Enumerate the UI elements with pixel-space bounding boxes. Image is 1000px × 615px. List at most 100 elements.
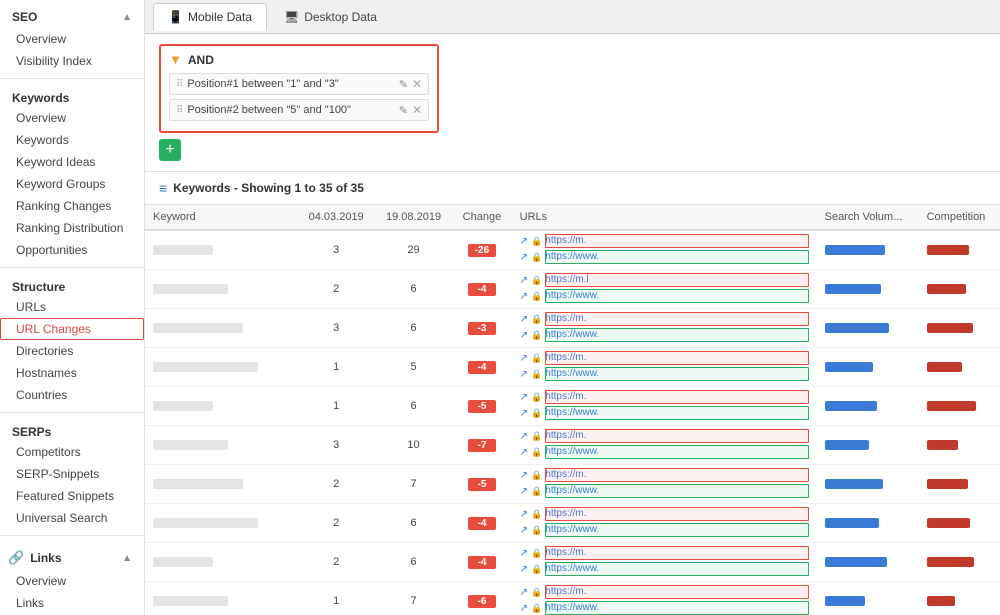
- url-external-icon-2[interactable]: ↗: [520, 486, 528, 497]
- sidebar-item-kw-groups[interactable]: Keyword Groups: [0, 173, 144, 195]
- url-row-2: ↗ 🔒 https://www.: [520, 484, 809, 498]
- url-external-icon-1[interactable]: ↗: [520, 587, 528, 598]
- change-badge: -26: [468, 244, 496, 257]
- url-bar-1: https://m.: [545, 585, 808, 599]
- mobile-icon: 📱: [168, 10, 183, 24]
- sidebar-item-seo-overview[interactable]: Overview: [0, 28, 144, 50]
- url-external-icon-2[interactable]: ↗: [520, 525, 528, 536]
- url-external-icon-1[interactable]: ↗: [520, 236, 528, 247]
- comp-cell: [919, 387, 1000, 426]
- sidebar-item-links-overview[interactable]: Overview: [0, 570, 144, 592]
- filter-row-1-text: Position#1 between "1" and "3": [187, 78, 394, 90]
- url-highlight-2: [545, 484, 808, 498]
- url-external-icon-2[interactable]: ↗: [520, 447, 528, 458]
- change-badge: -6: [468, 595, 496, 608]
- url-external-icon-1[interactable]: ↗: [520, 548, 528, 559]
- edit-icon-1[interactable]: ✎: [399, 78, 408, 91]
- change-cell: -4: [452, 348, 511, 387]
- pos2-cell: 10: [375, 426, 452, 465]
- sidebar-item-links-links[interactable]: Links: [0, 592, 144, 614]
- url-lock-icon-1: 🔒: [531, 431, 542, 442]
- sidebar-item-universal-search[interactable]: Universal Search: [0, 507, 144, 529]
- change-badge: -4: [468, 556, 496, 569]
- change-cell: -4: [452, 543, 511, 582]
- tab-mobile-label: Mobile Data: [188, 10, 252, 24]
- url-cell: ↗ 🔒 https://m. ↗ 🔒 https://www.: [512, 504, 817, 543]
- url-external-icon-1[interactable]: ↗: [520, 353, 528, 364]
- filter-area: ▼ AND ⠿ Position#1 between "1" and "3" ✎…: [145, 34, 1000, 172]
- keyword-cell: [145, 270, 297, 309]
- url-row-2: ↗ 🔒 https://www.: [520, 328, 809, 342]
- sidebar-item-directories[interactable]: Directories: [0, 340, 144, 362]
- url-external-icon-2[interactable]: ↗: [520, 564, 528, 575]
- url-external-icon-2[interactable]: ↗: [520, 330, 528, 341]
- url-cell: ↗ 🔒 https://m. ↗ 🔒 https://www.: [512, 387, 817, 426]
- url-row-1: ↗ 🔒 https://m.l: [520, 273, 809, 287]
- tab-mobile[interactable]: 📱 Mobile Data: [153, 3, 267, 31]
- table-row: 2 6 -4 ↗ 🔒 https://m.l ↗ 🔒 https://www.: [145, 270, 1000, 309]
- col-urls: URLs: [512, 205, 817, 230]
- sidebar-item-kw-keywords[interactable]: Keywords: [0, 129, 144, 151]
- url-external-icon-2[interactable]: ↗: [520, 408, 528, 419]
- table-row: 3 6 -3 ↗ 🔒 https://m. ↗ 🔒 https://www.: [145, 309, 1000, 348]
- sidebar-item-countries[interactable]: Countries: [0, 384, 144, 406]
- sv-cell: [817, 504, 919, 543]
- sidebar-item-featured-snippets[interactable]: Featured Snippets: [0, 485, 144, 507]
- col-date2[interactable]: 19.08.2019: [375, 205, 452, 230]
- url-external-icon-2[interactable]: ↗: [520, 252, 528, 263]
- edit-icon-2[interactable]: ✎: [399, 104, 408, 117]
- col-change[interactable]: Change: [452, 205, 511, 230]
- url-external-icon-1[interactable]: ↗: [520, 470, 528, 481]
- url-external-icon-2[interactable]: ↗: [520, 603, 528, 614]
- sidebar-item-kw-overview[interactable]: Overview: [0, 107, 144, 129]
- col-search-vol[interactable]: Search Volum...: [817, 205, 919, 230]
- sv-bar: [825, 323, 889, 333]
- url-lock-icon-2: 🔒: [531, 408, 542, 419]
- url-cell: ↗ 🔒 https://m. ↗ 🔒 https://www.: [512, 348, 817, 387]
- sidebar-item-visibility-index[interactable]: Visibility Index: [0, 50, 144, 72]
- url-lock-icon-1: 🔒: [531, 353, 542, 364]
- url-highlight-1: [545, 273, 808, 287]
- sidebar-item-urls[interactable]: URLs: [0, 296, 144, 318]
- remove-icon-1[interactable]: ✕: [412, 77, 422, 91]
- pos2-cell: 6: [375, 504, 452, 543]
- url-external-icon-2[interactable]: ↗: [520, 291, 528, 302]
- filter-box: ▼ AND ⠿ Position#1 between "1" and "3" ✎…: [159, 44, 439, 133]
- col-date1[interactable]: 04.03.2019: [297, 205, 374, 230]
- url-bar-1: https://m.l: [545, 273, 808, 287]
- sidebar-item-serp-snippets[interactable]: SERP-Snippets: [0, 463, 144, 485]
- change-badge: -4: [468, 283, 496, 296]
- url-lock-icon-1: 🔒: [531, 509, 542, 520]
- col-competition[interactable]: Competition: [919, 205, 1000, 230]
- sidebar-section-seo[interactable]: SEO ▲: [0, 0, 144, 28]
- table-row: 1 6 -5 ↗ 🔒 https://m. ↗ 🔒 https://www.: [145, 387, 1000, 426]
- sidebar-item-competitors[interactable]: Competitors: [0, 441, 144, 463]
- url-highlight-2: [545, 445, 808, 459]
- sidebar-item-kw-ideas[interactable]: Keyword Ideas: [0, 151, 144, 173]
- sidebar-item-ranking-changes[interactable]: Ranking Changes: [0, 195, 144, 217]
- sidebar-section-links[interactable]: 🔗 Links ▲: [0, 542, 144, 570]
- sv-bar: [825, 284, 881, 294]
- url-external-icon-1[interactable]: ↗: [520, 392, 528, 403]
- tab-desktop[interactable]: 🖥 Desktop Data: [269, 3, 392, 31]
- sidebar-item-opportunities[interactable]: Opportunities: [0, 239, 144, 261]
- sidebar-item-url-changes[interactable]: URL Changes: [0, 318, 144, 340]
- sidebar-item-hostnames[interactable]: Hostnames: [0, 362, 144, 384]
- comp-bar: [927, 401, 976, 411]
- url-external-icon-1[interactable]: ↗: [520, 509, 528, 520]
- url-highlight-1: [545, 585, 808, 599]
- sv-cell: [817, 426, 919, 465]
- sidebar-item-ranking-dist[interactable]: Ranking Distribution: [0, 217, 144, 239]
- url-external-icon-1[interactable]: ↗: [520, 431, 528, 442]
- url-bar-2: https://www.: [545, 523, 808, 537]
- add-filter-button[interactable]: +: [159, 139, 181, 161]
- change-badge: -4: [468, 361, 496, 374]
- remove-icon-2[interactable]: ✕: [412, 103, 422, 117]
- sv-bar: [825, 401, 877, 411]
- url-bar-2: https://www.: [545, 484, 808, 498]
- url-external-icon-1[interactable]: ↗: [520, 275, 528, 286]
- url-bar-2: https://www.: [545, 562, 808, 576]
- url-external-icon-1[interactable]: ↗: [520, 314, 528, 325]
- url-external-icon-2[interactable]: ↗: [520, 369, 528, 380]
- comp-bar: [927, 557, 974, 567]
